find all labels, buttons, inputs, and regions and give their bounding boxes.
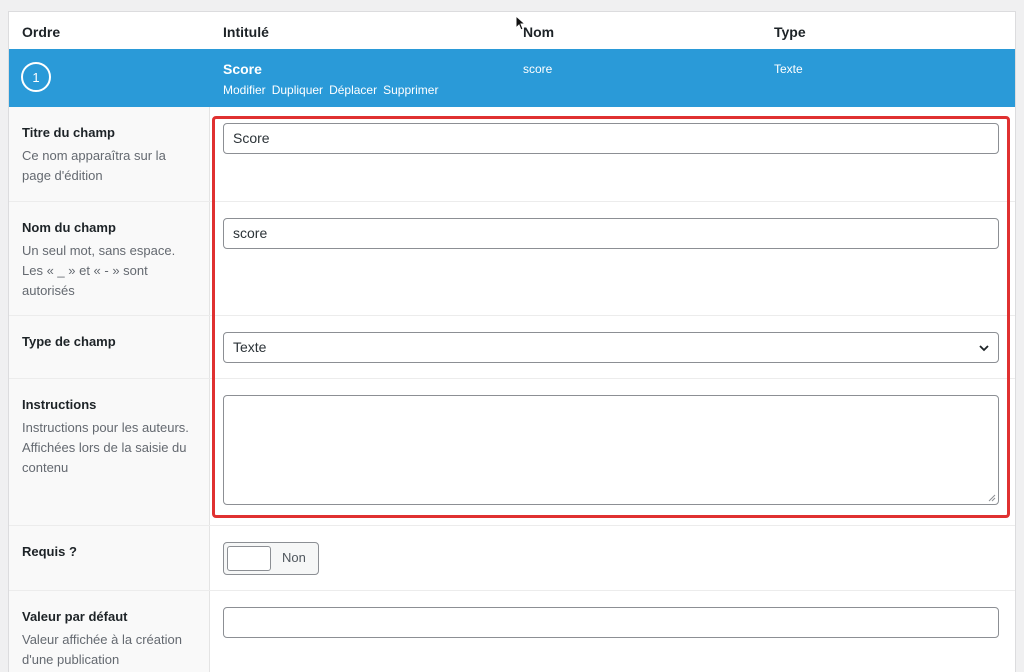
required-toggle-text: Non xyxy=(282,550,306,565)
setting-input-cell xyxy=(210,591,1015,672)
column-header-order: Ordre xyxy=(22,24,61,40)
setting-name-label: Nom du champ xyxy=(22,220,116,235)
setting-title-label: Titre du champ xyxy=(22,125,115,140)
setting-row-required: Requis ? Non xyxy=(9,525,1015,590)
setting-default-description: Valeur affichée à la création d'une publ… xyxy=(22,632,182,667)
field-row-score[interactable]: 1 Score Modifier Dupliquer Déplacer Supp… xyxy=(9,49,1015,107)
resize-grip-icon[interactable] xyxy=(988,494,996,502)
edit-field-link[interactable]: Modifier xyxy=(223,83,266,97)
duplicate-field-link[interactable]: Dupliquer xyxy=(272,83,323,97)
column-header-name: Nom xyxy=(523,24,555,40)
setting-input-cell xyxy=(210,379,1015,525)
field-row-actions: Modifier Dupliquer Déplacer Supprimer xyxy=(223,83,438,97)
field-row-label[interactable]: Score xyxy=(223,61,262,77)
setting-input-cell: Non xyxy=(210,526,1015,590)
setting-row-default-value: Valeur par défaut Valeur affichée à la c… xyxy=(9,590,1015,672)
setting-name-description: Un seul mot, sans espace. Les « _ » et «… xyxy=(22,243,176,298)
fields-table-header: Ordre Intitulé Nom Type xyxy=(9,12,1015,49)
column-header-type: Type xyxy=(774,24,806,40)
setting-row-type: Type de champ Texte xyxy=(9,315,1015,378)
field-type-select[interactable]: Texte xyxy=(223,332,999,363)
setting-label-cell: Titre du champ Ce nom apparaîtra sur la … xyxy=(9,107,210,201)
setting-label-cell: Type de champ xyxy=(9,316,210,378)
setting-row-instructions: Instructions Instructions pour les auteu… xyxy=(9,378,1015,525)
setting-title-description: Ce nom apparaîtra sur la page d'édition xyxy=(22,148,166,183)
setting-input-cell: Score xyxy=(210,107,1015,201)
mouse-cursor-icon xyxy=(515,15,527,31)
setting-row-title: Titre du champ Ce nom apparaîtra sur la … xyxy=(9,107,1015,201)
instructions-textarea[interactable] xyxy=(223,395,999,505)
setting-required-label: Requis ? xyxy=(22,544,77,559)
field-type-selected-value: Texte xyxy=(233,339,267,355)
field-settings: Titre du champ Ce nom apparaîtra sur la … xyxy=(9,107,1015,672)
default-value-input[interactable] xyxy=(223,607,999,638)
setting-label-cell: Nom du champ Un seul mot, sans espace. L… xyxy=(9,202,210,315)
field-group-panel: Ordre Intitulé Nom Type 1 Score Modifier… xyxy=(8,11,1016,672)
setting-row-name: Nom du champ Un seul mot, sans espace. L… xyxy=(9,201,1015,315)
field-row-name: score xyxy=(523,62,553,76)
chevron-down-icon xyxy=(979,345,989,352)
field-order-badge[interactable]: 1 xyxy=(21,62,51,92)
delete-field-link[interactable]: Supprimer xyxy=(383,83,438,97)
setting-input-cell: Texte xyxy=(210,316,1015,378)
setting-default-label: Valeur par défaut xyxy=(22,609,128,624)
field-title-input[interactable]: Score xyxy=(223,123,999,154)
setting-label-cell: Valeur par défaut Valeur affichée à la c… xyxy=(9,591,210,672)
setting-label-cell: Requis ? xyxy=(9,526,210,590)
toggle-knob xyxy=(227,546,271,571)
field-name-input[interactable]: score xyxy=(223,218,999,249)
setting-instructions-label: Instructions xyxy=(22,397,97,412)
setting-type-label: Type de champ xyxy=(22,334,116,349)
setting-input-cell: score xyxy=(210,202,1015,315)
required-toggle[interactable]: Non xyxy=(223,542,319,575)
move-field-link[interactable]: Déplacer xyxy=(329,83,377,97)
setting-label-cell: Instructions Instructions pour les auteu… xyxy=(9,379,210,525)
setting-instructions-description: Instructions pour les auteurs. Affichées… xyxy=(22,420,189,475)
field-row-type: Texte xyxy=(774,62,803,76)
column-header-label: Intitulé xyxy=(223,24,269,40)
